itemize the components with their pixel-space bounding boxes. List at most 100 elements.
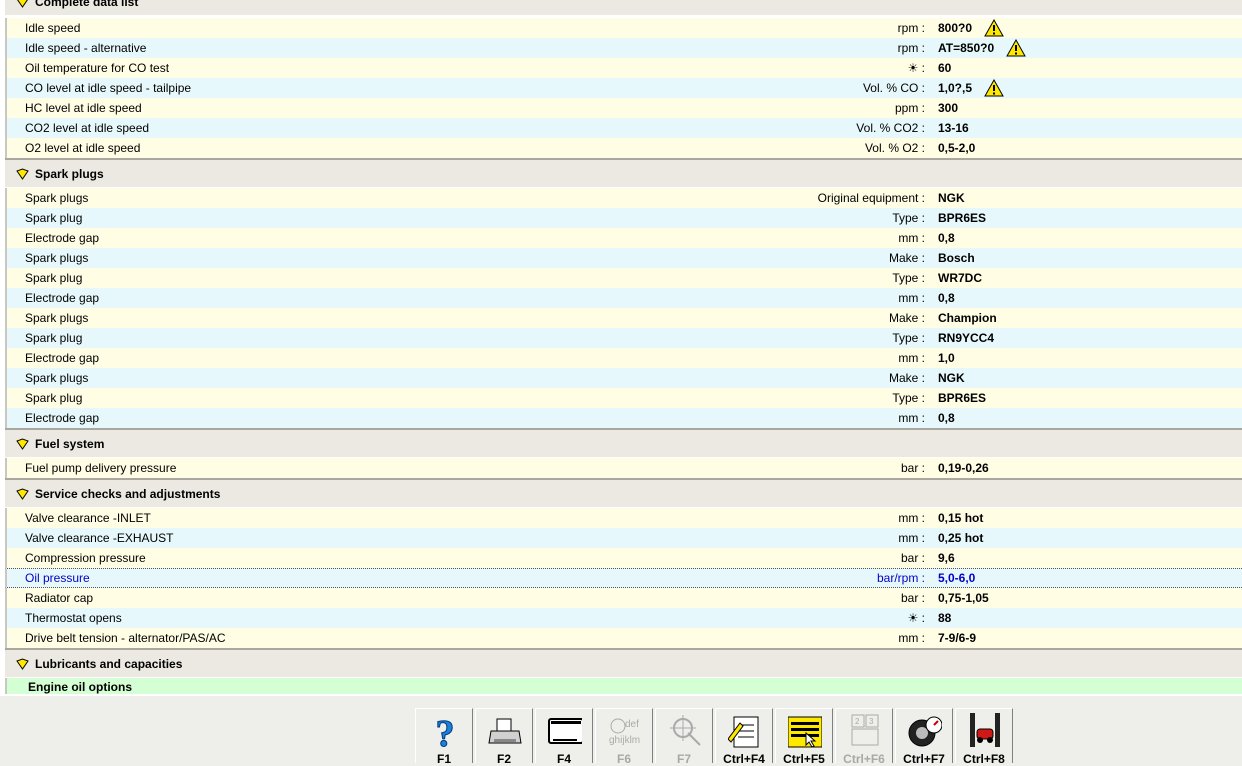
data-row[interactable]: Spark plugs Make : NGK: [5, 368, 1242, 388]
collapse-diamond-icon: [16, 167, 29, 180]
row-label: Valve clearance -INLET: [25, 511, 151, 525]
row-label: Thermostat opens: [25, 611, 122, 625]
data-row[interactable]: CO2 level at idle speed Vol. % CO2 : 13-16: [5, 118, 1242, 138]
row-unit: Vol. % CO2 :: [856, 121, 925, 135]
data-row[interactable]: Spark plugs Make : Champion: [5, 308, 1242, 328]
data-row[interactable]: Spark plug Type : RN9YCC4: [5, 328, 1242, 348]
data-row[interactable]: Fuel pump delivery pressure bar : 0,19-0,2…: [5, 458, 1242, 478]
row-label: Drive belt tension - alternator/PAS/AC: [25, 631, 226, 645]
data-row[interactable]: Electrode gap mm : 0,8: [5, 288, 1242, 308]
row-value: Bosch: [938, 251, 975, 265]
data-row[interactable]: Spark plugs Make : Bosch: [5, 248, 1242, 268]
toolbar-button-f1[interactable]: ? F1: [415, 708, 473, 766]
row-label: Electrode gap: [25, 291, 100, 305]
section-title: Fuel system: [35, 436, 105, 451]
toolbar-button-f2[interactable]: F2: [475, 708, 533, 766]
collapse-diamond-icon: [17, 0, 28, 8]
toolbar-button-f7[interactable]: F7: [655, 708, 713, 766]
toolbar-button-ctrl-f8[interactable]: Ctrl+F8: [955, 708, 1013, 766]
toolbar-button-ctrl-f6[interactable]: 2 3 Ctrl+F6: [835, 708, 893, 766]
section-header-lubricants[interactable]: Lubricants and capacities: [5, 648, 1242, 677]
section-header-service[interactable]: Service checks and adjustments: [5, 478, 1242, 507]
toolbar-button-ctrl-f5[interactable]: Ctrl+F5: [775, 708, 833, 766]
key-label: F7: [676, 752, 691, 766]
row-unit: Vol. % CO :: [862, 81, 925, 95]
data-row[interactable]: Spark plug Type : BPR6ES: [5, 388, 1242, 408]
row-value: 9,6: [938, 551, 955, 565]
data-row[interactable]: Oil temperature for CO test ☀ : 60: [5, 58, 1242, 78]
key-label: Ctrl+F8: [963, 752, 1005, 766]
collapse-diamond-icon: [16, 487, 29, 500]
data-row[interactable]: Idle speed rpm : 800?0: [5, 18, 1242, 38]
toolbar-button-ctrl-f4[interactable]: Ctrl+F4: [715, 708, 773, 766]
row-value: 1,0: [938, 351, 955, 365]
data-row[interactable]: HC level at idle speed ppm : 300: [5, 98, 1242, 118]
row-value: 0,25 hot: [938, 531, 984, 545]
toolbar-button-ctrl-f7[interactable]: Ctrl+F7: [895, 708, 953, 766]
toolbar-button-f4[interactable]: F4: [535, 708, 593, 766]
data-row[interactable]: Electrode gap mm : 0,8: [5, 228, 1242, 248]
row-value: 0,19-0,26: [938, 461, 989, 475]
row-label: CO level at idle speed - tailpipe: [25, 81, 192, 95]
section-header-spark[interactable]: Spark plugs: [5, 158, 1242, 187]
row-unit: bar/rpm :: [876, 571, 925, 585]
subsection-engine-oil[interactable]: Engine oil options: [5, 678, 1242, 694]
row-value: 300: [938, 101, 959, 115]
row-unit: mm :: [898, 411, 925, 425]
row-label: Electrode gap: [25, 351, 100, 365]
data-row[interactable]: Idle speed - alternative rpm : AT=850?0: [5, 38, 1242, 58]
row-unit: mm :: [898, 291, 925, 305]
data-row[interactable]: Electrode gap mm : 0,8: [5, 408, 1242, 428]
row-value: RN9YCC4: [938, 331, 995, 345]
key-label: Ctrl+F7: [903, 752, 945, 766]
row-value: 0,8: [938, 231, 955, 245]
data-row[interactable]: Spark plug Type : BPR6ES: [5, 208, 1242, 228]
data-row[interactable]: Electrode gap mm : 1,0: [5, 348, 1242, 368]
row-label: Idle speed: [25, 21, 81, 35]
row-unit: bar :: [900, 591, 925, 605]
data-row[interactable]: Oil pressure bar/rpm : 5,0-6,0: [5, 568, 1242, 588]
data-row[interactable]: O2 level at idle speed Vol. % O2 : 0,5-2,0: [5, 138, 1242, 158]
row-value: 60: [938, 61, 952, 75]
section-header-fuel[interactable]: Fuel system: [5, 428, 1242, 457]
row-label: Spark plugs: [25, 191, 89, 205]
row-label: Valve clearance -EXHAUST: [25, 531, 174, 545]
section-title: Complete data list: [35, 0, 139, 9]
key-label: F6: [616, 752, 631, 766]
function-toolbar: ? F1 F2 F4 ghijklm def F6 F7 Ctrl+F4 Ctrl+F5 2 3 Ctr…: [415, 708, 1015, 766]
row-label: Compression pressure: [25, 551, 146, 565]
data-row[interactable]: Spark plug Type : WR7DC: [5, 268, 1242, 288]
svg-text:3: 3: [869, 717, 874, 726]
key-label: F1: [436, 752, 451, 766]
warning-icon[interactable]: [984, 78, 1004, 100]
row-value: 0,5-2,0: [938, 141, 976, 155]
data-row[interactable]: Drive belt tension - alternator/PAS/AC mm…: [5, 628, 1242, 648]
toolbar-button-f6[interactable]: ghijklm def F6: [595, 708, 653, 766]
data-row[interactable]: Compression pressure bar : 9,6: [5, 548, 1242, 568]
data-row[interactable]: Radiator cap bar : 0,75-1,05: [5, 588, 1242, 608]
row-value: 800?0: [938, 21, 973, 35]
svg-text:def: def: [625, 719, 639, 730]
row-unit: ☀ :: [907, 61, 925, 75]
warning-icon[interactable]: [984, 18, 1004, 40]
row-value: BPR6ES: [938, 391, 987, 405]
row-value: 1,0?,5: [938, 81, 973, 95]
section-header-complete-data[interactable]: Complete data list: [5, 0, 1242, 15]
data-row[interactable]: Valve clearance -EXHAUST mm : 0,25 hot: [5, 528, 1242, 548]
data-row[interactable]: Valve clearance -INLET mm : 0,15 hot: [5, 508, 1242, 528]
data-row[interactable]: Spark plugs Original equipment : NGK: [5, 188, 1242, 208]
row-value: 7-9/6-9: [938, 631, 977, 645]
row-label: CO2 level at idle speed: [25, 121, 150, 135]
row-value: WR7DC: [938, 271, 982, 285]
key-label: Ctrl+F4: [723, 752, 765, 766]
data-row[interactable]: CO level at idle speed - tailpipe Vol. % …: [5, 78, 1242, 98]
row-unit: Make :: [888, 371, 925, 385]
row-unit: mm :: [898, 511, 925, 525]
row-label: Spark plugs: [25, 371, 89, 385]
row-label: Spark plugs: [25, 251, 89, 265]
data-row[interactable]: Thermostat opens ☀ : 88: [5, 608, 1242, 628]
warning-icon[interactable]: [1006, 38, 1026, 60]
key-label: F4: [556, 752, 571, 766]
row-label: HC level at idle speed: [25, 101, 142, 115]
row-label: Spark plugs: [25, 311, 89, 325]
